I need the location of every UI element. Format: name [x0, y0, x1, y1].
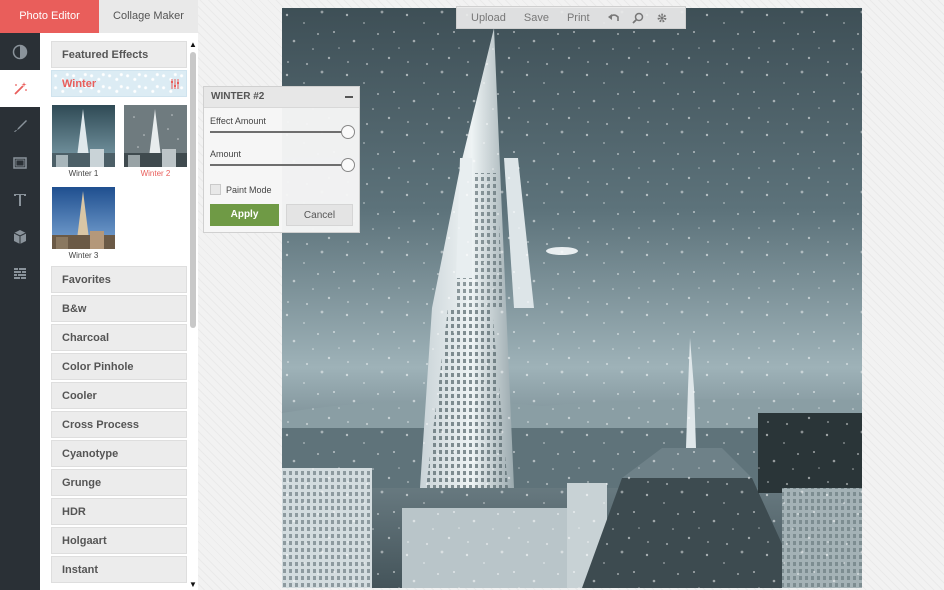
- rail-item-adjust[interactable]: [0, 33, 40, 70]
- effect-settings-dialog: WINTER #2 Effect Amount Amount Paint Mod…: [203, 86, 360, 233]
- thumb-winter-2[interactable]: Winter 2: [124, 105, 187, 178]
- effect-amount-slider[interactable]: [210, 131, 347, 133]
- rail-item-frame[interactable]: [0, 144, 40, 181]
- tool-rail: [0, 33, 40, 590]
- category-cyanotype[interactable]: Cyanotype: [51, 440, 187, 467]
- photo-canvas[interactable]: [282, 8, 862, 588]
- thumb-caption: Winter 2: [140, 169, 171, 178]
- category-color-pinhole[interactable]: Color Pinhole: [51, 353, 187, 380]
- paint-mode-checkbox[interactable]: [210, 184, 221, 195]
- tab-collage-maker[interactable]: Collage Maker: [99, 0, 198, 33]
- dialog-header: WINTER #2: [204, 87, 359, 108]
- amount-slider[interactable]: [210, 164, 347, 166]
- minimize-icon[interactable]: [345, 96, 353, 98]
- effect-amount-label: Effect Amount: [210, 116, 266, 126]
- thumb-caption: Winter 1: [68, 169, 99, 178]
- upload-button[interactable]: Upload: [471, 12, 506, 24]
- frame-icon: [13, 156, 27, 169]
- text-icon: [14, 193, 26, 206]
- editor-tabs: Photo Editor Collage Maker: [0, 0, 198, 33]
- paint-mode-label: Paint Mode: [226, 185, 272, 195]
- adjust-icon: [12, 44, 28, 59]
- category-grunge[interactable]: Grunge: [51, 469, 187, 496]
- effects-scrollbar[interactable]: ▲ ▼: [189, 40, 197, 590]
- rail-item-effects[interactable]: [0, 70, 40, 107]
- cancel-button[interactable]: Cancel: [286, 204, 353, 226]
- photo-image: [282, 8, 862, 588]
- save-button[interactable]: Save: [524, 12, 549, 24]
- scroll-down-arrow-icon[interactable]: ▼: [189, 580, 197, 590]
- scroll-up-arrow-icon[interactable]: ▲: [189, 40, 197, 50]
- sliders-icon[interactable]: [170, 79, 180, 89]
- rail-item-brush[interactable]: [0, 107, 40, 144]
- settings-icon[interactable]: [656, 12, 668, 24]
- effect-thumbnails: Winter 1 Winter 2 Winter 3: [51, 99, 187, 266]
- category-featured-effects[interactable]: Featured Effects: [51, 41, 187, 68]
- brush-icon: [14, 119, 27, 132]
- category-charcoal[interactable]: Charcoal: [51, 324, 187, 351]
- thumbnail-image: [52, 105, 115, 167]
- scroll-thumb[interactable]: [190, 52, 196, 328]
- top-toolbar: Upload Save Print: [456, 6, 686, 29]
- thumb-caption: Winter 3: [68, 251, 99, 260]
- rail-item-overlays[interactable]: [0, 218, 40, 255]
- amount-label: Amount: [210, 149, 242, 159]
- print-button[interactable]: Print: [567, 12, 590, 24]
- rail-item-textures[interactable]: [0, 255, 40, 292]
- category-winter[interactable]: Winter: [51, 70, 187, 97]
- zoom-icon[interactable]: [631, 12, 644, 24]
- cube-icon: [13, 229, 27, 244]
- magic-wand-icon: [14, 81, 27, 95]
- thumbnail-image: [52, 187, 115, 249]
- thumb-winter-3[interactable]: Winter 3: [52, 187, 115, 260]
- category-bw[interactable]: B&w: [51, 295, 187, 322]
- apply-button[interactable]: Apply: [210, 204, 279, 226]
- undo-icon[interactable]: [607, 12, 620, 24]
- texture-icon: [14, 267, 26, 279]
- thumbnail-image: [124, 105, 187, 167]
- dialog-title: WINTER #2: [211, 91, 265, 102]
- category-instant[interactable]: Instant: [51, 556, 187, 583]
- category-cross-process[interactable]: Cross Process: [51, 411, 187, 438]
- category-favorites[interactable]: Favorites: [51, 266, 187, 293]
- category-cooler[interactable]: Cooler: [51, 382, 187, 409]
- amount-slider-knob[interactable]: [341, 158, 355, 172]
- effect-amount-slider-knob[interactable]: [341, 125, 355, 139]
- thumb-winter-1[interactable]: Winter 1: [52, 105, 115, 178]
- tab-photo-editor[interactable]: Photo Editor: [0, 0, 99, 33]
- category-winter-label: Winter: [62, 78, 97, 90]
- effects-panel: Featured Effects Winter Winter 1 Winter …: [40, 33, 198, 590]
- category-holgaart[interactable]: Holgaart: [51, 527, 187, 554]
- category-hdr[interactable]: HDR: [51, 498, 187, 525]
- rail-item-text[interactable]: [0, 181, 40, 218]
